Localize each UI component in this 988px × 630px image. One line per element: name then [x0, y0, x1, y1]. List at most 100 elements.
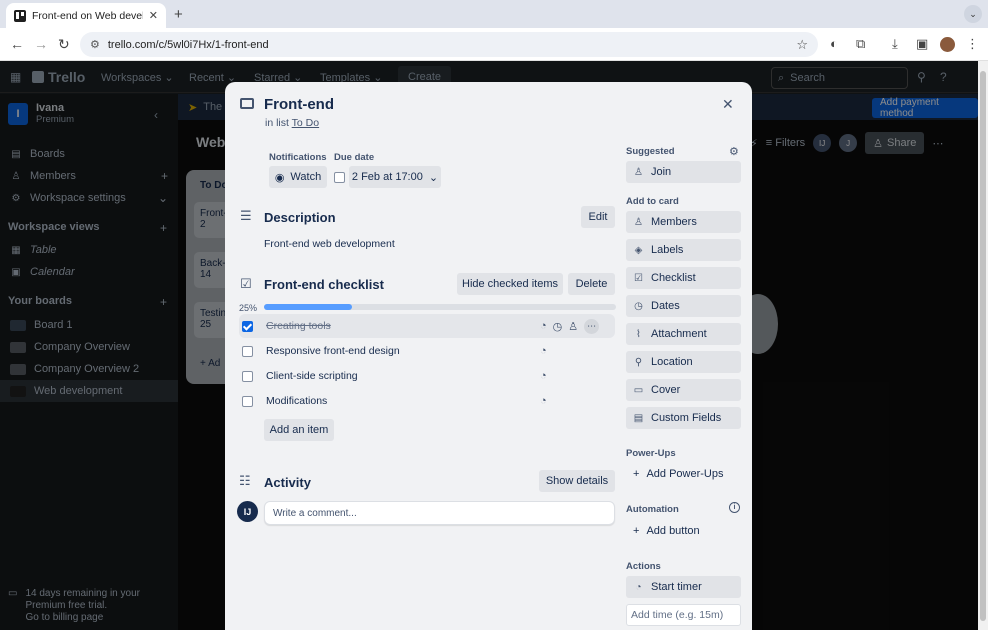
checklist-item-text[interactable]: Responsive front-end design — [266, 345, 400, 357]
due-date-label: Due date — [334, 152, 375, 163]
members-button[interactable]: ♙ Members — [626, 211, 741, 233]
activity-icon: ☷ — [239, 473, 251, 488]
due-date-button[interactable]: 2 Feb at 17:00 ⌄ — [349, 166, 441, 188]
custom-fields-icon: ▤ — [633, 412, 644, 424]
card-list-info: in list To Do — [265, 117, 320, 129]
show-details-button[interactable]: Show details — [539, 470, 615, 492]
labels-button[interactable]: ◈ Labels — [626, 239, 741, 261]
attachment-button[interactable]: ⌇ Attachment — [626, 323, 741, 345]
checklist-progress-percent: 25% — [239, 303, 258, 313]
gear-icon[interactable]: ⚙ — [729, 145, 739, 158]
description-text[interactable]: Front-end web development — [264, 238, 395, 250]
add-to-card-heading: Add to card — [626, 196, 679, 207]
profile-avatar[interactable] — [940, 37, 955, 52]
timer-icon: ◔ — [635, 581, 642, 593]
reload-icon[interactable]: ↻ — [58, 36, 70, 53]
tab-search-icon[interactable]: ⌄ — [964, 5, 982, 23]
comment-avatar: IJ — [237, 501, 258, 522]
checklist-item[interactable]: Modifications ◔ — [239, 389, 615, 413]
checklist-item[interactable]: Creating tools ◔ ◷ ♙ ⋯ — [239, 314, 615, 338]
checklist-item-checkbox[interactable] — [242, 370, 253, 382]
dates-button[interactable]: ◷ Dates — [626, 295, 741, 317]
browser-tab-bar: Front-end on Web developme ✕ + ⌄ — [0, 0, 988, 28]
member-icon: ♙ — [634, 166, 643, 178]
join-button[interactable]: ♙ Join — [626, 161, 741, 183]
notifications-label: Notifications — [269, 152, 327, 163]
bookmark-star-icon[interactable]: ☆ — [796, 37, 808, 53]
checklist-item[interactable]: Responsive front-end design ◔ — [239, 339, 615, 363]
page-scrollbar[interactable] — [978, 61, 988, 630]
delete-checklist-button[interactable]: Delete — [568, 273, 615, 295]
location-button[interactable]: ⚲ Location — [626, 351, 741, 373]
edit-description-button[interactable]: Edit — [581, 206, 615, 228]
assign-member-icon[interactable]: ♙ — [568, 320, 578, 333]
checklist-item-text[interactable]: Creating tools — [266, 320, 331, 332]
add-automation-button[interactable]: + Add button — [626, 520, 741, 542]
checklist-heading[interactable]: Front-end checklist — [264, 277, 384, 292]
timer-icon[interactable]: ◔ — [540, 345, 547, 357]
chrome-menu-icon[interactable]: ⋮ — [966, 36, 979, 52]
url-text: trello.com/c/5wl0i7Hx/1-front-end — [107, 38, 269, 51]
member-icon: ♙ — [634, 216, 643, 228]
due-complete-checkbox[interactable] — [334, 172, 345, 183]
clock-icon[interactable]: ◷ — [553, 320, 563, 333]
checklist-item-text[interactable]: Client-side scripting — [266, 370, 358, 382]
add-power-ups-button[interactable]: + Add Power-Ups — [626, 463, 741, 485]
timer-icon[interactable]: ◔ — [540, 395, 547, 407]
activity-heading: Activity — [264, 475, 311, 490]
list-link[interactable]: To Do — [292, 117, 319, 129]
checklist-item-checkbox[interactable] — [242, 320, 253, 332]
add-checklist-item-button[interactable]: Add an item — [264, 419, 334, 441]
site-settings-icon[interactable]: ⚙ — [90, 38, 100, 51]
power-ups-heading: Power-Ups — [626, 448, 676, 459]
close-icon[interactable]: ✕ — [722, 96, 734, 113]
card-title[interactable]: Front-end — [264, 96, 334, 113]
paperclip-icon: ⌇ — [636, 328, 641, 340]
add-time-input[interactable]: Add time (e.g. 15m) — [626, 604, 741, 626]
timer-icon[interactable]: ◔ — [540, 320, 547, 332]
description-heading: Description — [264, 210, 336, 225]
more-options-icon[interactable]: ⋯ — [584, 318, 600, 334]
card-icon — [240, 98, 254, 109]
checklist-item-checkbox[interactable] — [242, 345, 253, 357]
watch-button[interactable]: ◉ Watch — [269, 166, 327, 188]
puzzle-icon[interactable]: ⧉ — [856, 36, 865, 52]
card-detail-modal: ✕ Front-end in list To Do Notifications … — [225, 82, 752, 630]
download-icon[interactable]: ⤓ — [892, 36, 898, 52]
cover-button[interactable]: ▭ Cover — [626, 379, 741, 401]
tab-close-icon[interactable]: ✕ — [149, 9, 158, 22]
eye-icon: ◉ — [274, 171, 285, 184]
start-timer-button[interactable]: ◔ Start timer — [626, 576, 741, 598]
hide-checked-items-button[interactable]: Hide checked items — [457, 273, 563, 295]
plus-icon: + — [633, 525, 640, 537]
browser-tab[interactable]: Front-end on Web developme ✕ — [6, 3, 166, 28]
sidepanel-icon[interactable]: ▣ — [916, 36, 928, 52]
checklist-item-text[interactable]: Modifications — [266, 395, 327, 407]
checklist-progress-bar — [264, 304, 616, 310]
description-icon: ☰ — [240, 208, 252, 223]
chevron-down-icon: ⌄ — [428, 171, 439, 184]
suggested-heading: Suggested — [626, 146, 675, 157]
cover-icon: ▭ — [633, 384, 644, 396]
timer-icon[interactable]: ◔ — [540, 370, 547, 382]
browser-address-bar: ← → ↻ ⚙ trello.com/c/5wl0i7Hx/1-front-en… — [0, 28, 988, 61]
actions-heading: Actions — [626, 561, 661, 572]
forward-icon[interactable]: → — [34, 36, 48, 52]
location-pin-icon: ⚲ — [634, 356, 643, 368]
plus-icon: + — [633, 468, 640, 480]
new-tab-icon[interactable]: + — [174, 6, 183, 23]
trello-favicon-icon — [14, 9, 26, 22]
back-icon[interactable]: ← — [10, 36, 24, 52]
extension-icon[interactable]: ◐ — [830, 36, 838, 51]
custom-fields-button[interactable]: ▤ Custom Fields — [626, 407, 741, 429]
checklist-progress-fill — [264, 304, 352, 310]
checklist-button[interactable]: ☑ Checklist — [626, 267, 741, 289]
info-icon[interactable]: i — [729, 502, 740, 513]
label-icon: ◈ — [634, 244, 643, 256]
checklist-item[interactable]: Client-side scripting ◔ — [239, 364, 615, 388]
comment-input[interactable]: Write a comment... — [264, 501, 615, 525]
checklist-item-actions: ◔ — [540, 345, 547, 357]
url-bar[interactable]: ⚙ trello.com/c/5wl0i7Hx/1-front-end ☆ — [80, 32, 818, 57]
scrollbar-thumb[interactable] — [980, 71, 986, 621]
checklist-item-checkbox[interactable] — [242, 395, 253, 407]
